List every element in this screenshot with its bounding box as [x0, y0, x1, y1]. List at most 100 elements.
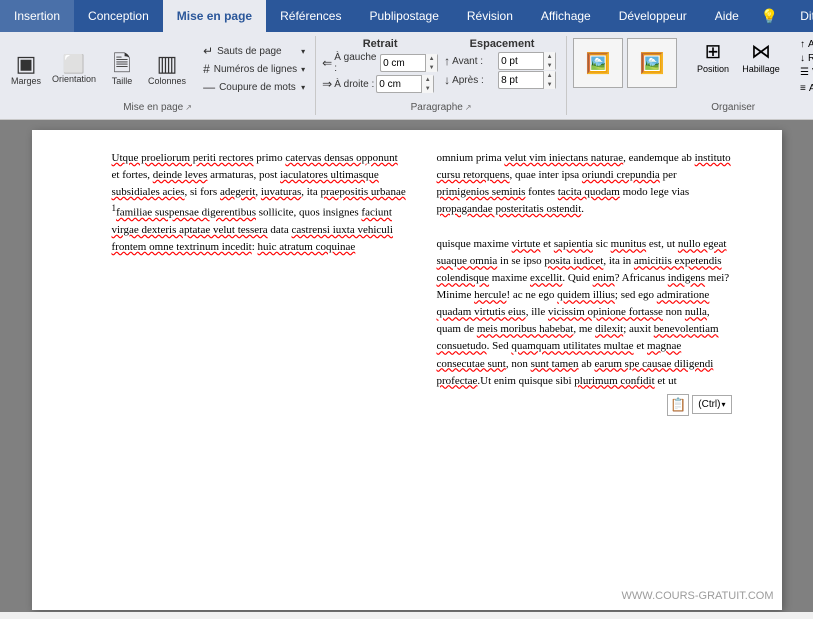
param-sections: Retrait ⇐ À gauche : ▲ ▼	[322, 38, 560, 100]
col2-text1: omnium prima velut vim iniectans naturae…	[437, 150, 732, 218]
droite-input-wrap[interactable]: ▲ ▼	[376, 75, 434, 93]
tab-mise-en-page[interactable]: Mise en page	[163, 0, 266, 32]
numlines-icon: #	[203, 62, 210, 76]
sauts-icon: ↵	[203, 44, 213, 58]
image-placeholder: 🖼️	[573, 38, 623, 88]
taille-icon: 🗎	[113, 53, 131, 75]
avant-down[interactable]: ▼	[543, 61, 555, 70]
avancer-label: Avancer	[808, 39, 813, 50]
apres-row: ↓ Après : ▲ ▼	[444, 71, 560, 89]
col2-text2: quisque maxime virtute et sapientia sic …	[437, 236, 732, 389]
gauche-up[interactable]: ▲	[425, 54, 437, 63]
gauche-label: ⇐ À gauche :	[322, 52, 378, 74]
apres-up[interactable]: ▲	[543, 71, 555, 80]
gauche-spin[interactable]: ▲ ▼	[425, 54, 437, 72]
doc-column-2[interactable]: omnium prima velut vim iniectans naturae…	[437, 150, 732, 590]
tab-references[interactable]: Références	[266, 0, 355, 32]
tab-revision[interactable]: Révision	[453, 0, 527, 32]
group-organiser-label: Organiser	[573, 100, 813, 113]
reculer-label: Reculer	[808, 53, 813, 64]
droite-spin[interactable]: ▲ ▼	[421, 75, 433, 93]
expand-icon[interactable]: ↗	[185, 103, 192, 112]
avancer-icon: ↑	[800, 39, 805, 50]
group-paragraphe-label: Paragraphe ↗	[322, 100, 560, 113]
colonnes-label: Colonnes	[148, 76, 186, 86]
col1-text: Utque proeliorum periti rectores primo c…	[112, 150, 407, 256]
align-group-row: ≡ A ▾ ⊞ G ▾ ↻ R ▾	[797, 82, 813, 95]
paste-ctrl-button[interactable]: (Ctrl) ▾	[692, 395, 731, 414]
avancer-button[interactable]: ↑ Avancer ▾	[797, 38, 813, 51]
gauche-input[interactable]	[381, 58, 425, 69]
avant-input[interactable]	[499, 56, 543, 67]
numlines-arrow: ▾	[301, 65, 305, 74]
apres-input-wrap[interactable]: ▲ ▼	[498, 71, 556, 89]
retrait-header: Retrait	[322, 38, 438, 51]
espacement-header: Espacement	[444, 38, 560, 51]
marges-icon: ▣	[16, 53, 37, 75]
sauts-label: Sauts de page	[217, 46, 282, 57]
ribbon-tabs: Insertion Conception Mise en page Référe…	[0, 0, 813, 32]
tab-developpeur[interactable]: Développeur	[605, 0, 701, 32]
position-icon: ⊞	[705, 39, 722, 64]
tab-dites-le[interactable]: Dites-le-r	[786, 0, 813, 32]
gauche-input-wrap[interactable]: ▲ ▼	[380, 54, 438, 72]
tab-conception[interactable]: Conception	[74, 0, 163, 32]
habillage-label: Habillage	[742, 64, 780, 74]
paste-widget: 📋 (Ctrl) ▾	[437, 394, 732, 416]
apres-input[interactable]	[499, 75, 543, 86]
sauts-arrow: ▾	[301, 47, 305, 56]
apres-spin[interactable]: ▲ ▼	[543, 71, 555, 89]
ribbon-toolbar: ▣ Marges ⬜ Orientation 🗎 Taille ▥ Colonn…	[0, 32, 813, 120]
image-placeholder2: 🖼️	[627, 38, 677, 88]
apres-down[interactable]: ▼	[543, 80, 555, 89]
apres-label: ↓ Après :	[444, 73, 496, 87]
habillage-button[interactable]: ⋈ Habillage	[738, 38, 784, 75]
tab-insertion[interactable]: Insertion	[0, 0, 74, 32]
sauts-de-page-button[interactable]: ↵ Sauts de page ▾	[199, 43, 309, 59]
watermark: WWW.COURS-GRATUIT.COM	[622, 590, 774, 602]
habillage-icon: ⋈	[751, 39, 771, 64]
reculer-button[interactable]: ↓ Reculer ▾	[797, 52, 813, 65]
colonnes-button[interactable]: ▥ Colonnes	[144, 51, 190, 88]
droite-input[interactable]	[377, 79, 421, 90]
avant-input-wrap[interactable]: ▲ ▼	[498, 52, 556, 70]
volet-selection-button[interactable]: ☰ Volet Sélection	[797, 66, 813, 79]
tab-aide[interactable]: Aide	[701, 0, 753, 32]
orientation-label: Orientation	[52, 74, 96, 84]
taille-button[interactable]: 🗎 Taille	[102, 51, 142, 88]
align-button[interactable]: ≡ A ▾	[797, 82, 813, 95]
avant-row: ↑ Avant : ▲ ▼	[444, 52, 560, 70]
gauche-down[interactable]: ▼	[425, 63, 437, 72]
group-mise-en-page-label: Mise en page ↗	[6, 100, 309, 113]
orientation-icon: ⬜	[63, 55, 85, 73]
marges-button[interactable]: ▣ Marges	[6, 51, 46, 88]
avant-label: ↑ Avant :	[444, 54, 496, 68]
droite-down[interactable]: ▼	[421, 84, 433, 93]
paste-label: (Ctrl)	[698, 397, 720, 412]
numlines-label: Numéros de lignes	[214, 64, 297, 75]
numeros-de-lignes-button[interactable]: # Numéros de lignes ▾	[199, 61, 309, 77]
tab-affichage[interactable]: Affichage	[527, 0, 605, 32]
coupure-label: Coupure de mots	[219, 82, 296, 93]
volet-icon: ☰	[800, 67, 809, 78]
group-mise-en-page: ▣ Marges ⬜ Orientation 🗎 Taille ▥ Colonn…	[0, 36, 316, 115]
avant-spin[interactable]: ▲ ▼	[543, 52, 555, 70]
paste-dropdown[interactable]: ▾	[721, 399, 725, 411]
avant-up[interactable]: ▲	[543, 52, 555, 61]
group-buttons-row: ▣ Marges ⬜ Orientation 🗎 Taille ▥ Colonn…	[6, 38, 309, 100]
coupure-icon: —	[203, 80, 215, 94]
avant-arrow: ↑	[444, 54, 450, 68]
tab-publipostage[interactable]: Publipostage	[355, 0, 452, 32]
paragraphe-expand-icon[interactable]: ↗	[465, 103, 472, 112]
document-page: Utque proeliorum periti rectores primo c…	[32, 130, 782, 610]
droite-arrow: ⇒	[322, 77, 332, 91]
coupure-de-mots-button[interactable]: — Coupure de mots ▾	[199, 79, 309, 95]
orientation-button[interactable]: ⬜ Orientation	[48, 53, 100, 86]
position-label: Position	[697, 64, 729, 74]
paste-icon-button[interactable]: 📋	[667, 394, 689, 416]
position-button[interactable]: ⊞ Position	[690, 38, 736, 75]
apres-arrow: ↓	[444, 73, 450, 87]
group-paragraphe: Retrait ⇐ À gauche : ▲ ▼	[316, 36, 567, 115]
droite-up[interactable]: ▲	[421, 75, 433, 84]
doc-column-1[interactable]: Utque proeliorum periti rectores primo c…	[112, 150, 407, 590]
